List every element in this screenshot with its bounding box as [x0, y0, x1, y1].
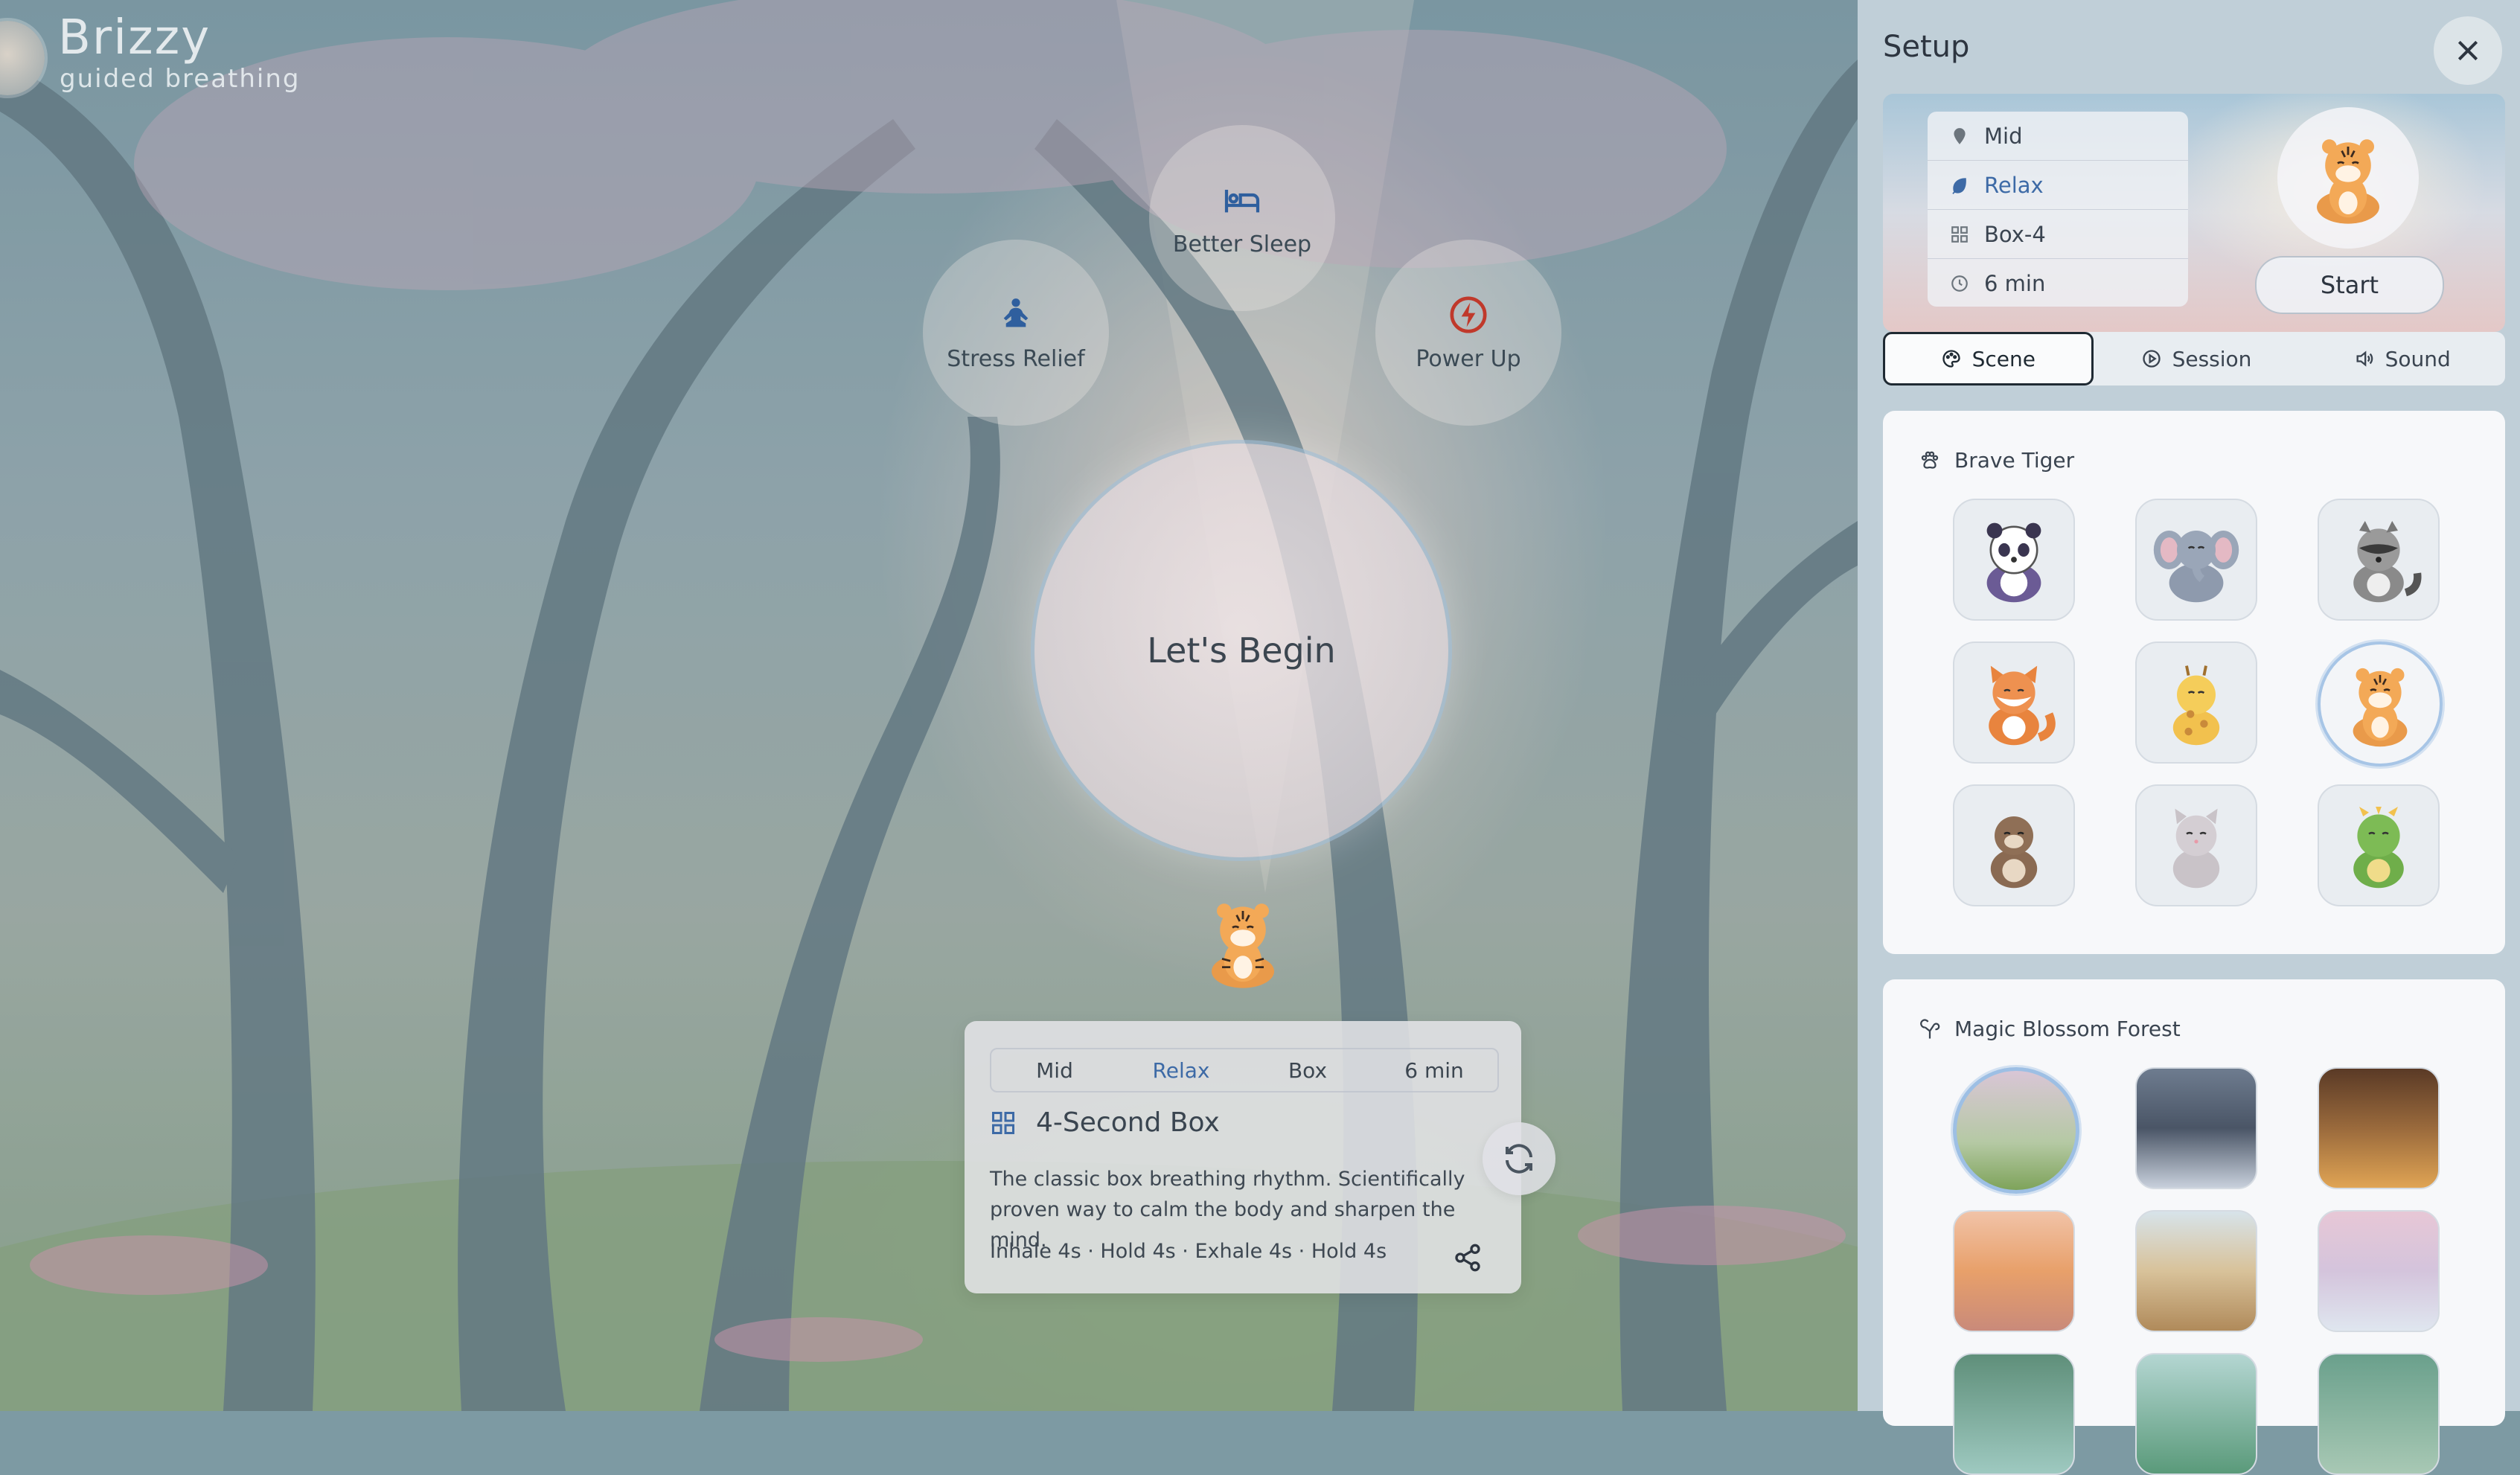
mode-stress-relief[interactable]: Stress Relief [923, 240, 1109, 426]
raccoon-icon [2353, 521, 2422, 603]
close-icon [2457, 40, 2478, 61]
summary-goal: Relax [1928, 161, 2188, 210]
share-icon[interactable] [1453, 1243, 1483, 1273]
speaker-icon [2356, 351, 2373, 367]
forest-background [0, 0, 1858, 1411]
character-tiger[interactable] [2318, 641, 2443, 767]
card-title-row: 4-Second Box [990, 1107, 1220, 1138]
character-section-title: Brave Tiger [1954, 448, 2075, 473]
session-card: Mid Relax Box 6 min 4-Second Box The cla… [965, 1021, 1521, 1293]
selected-character-avatar [2277, 107, 2419, 249]
card-pattern: Inhale 4s · Hold 4s · Exhale 4s · Hold 4… [990, 1240, 1387, 1263]
giraffe-icon [2172, 665, 2220, 746]
leaf-icon [1952, 177, 1966, 194]
panda-icon [1986, 522, 2041, 603]
summary-duration: 6 min [1928, 259, 2188, 307]
character-section-header: Brave Tiger [1919, 448, 2074, 473]
session-summary-tabs: Mid Relax Box 6 min [990, 1048, 1499, 1092]
tiger-icon [2353, 668, 2408, 747]
card-title: 4-Second Box [1036, 1107, 1220, 1138]
scene-city-street[interactable] [2135, 1067, 2257, 1189]
tab-scene[interactable]: Scene [1883, 332, 2094, 385]
fox-icon [1989, 665, 2056, 746]
character-otter[interactable] [1953, 784, 2075, 906]
tiger-avatar [2317, 139, 2379, 224]
refresh-icon [1506, 1144, 1532, 1174]
setup-tabs: Scene Session Sound [1883, 332, 2505, 385]
begin-button[interactable]: Let's Begin [1034, 444, 1448, 857]
panel-title: Setup [1883, 30, 1970, 64]
paw-icon [1921, 451, 1939, 469]
character-giraffe[interactable] [2135, 641, 2257, 764]
brand-name: Brizzy [58, 10, 211, 65]
mode-label: Better Sleep [1172, 231, 1312, 257]
grid-icon [992, 1111, 1014, 1134]
character-fox[interactable] [1953, 641, 2075, 764]
character-elephant[interactable] [2135, 499, 2257, 621]
scene-blossom-forest[interactable] [1953, 1067, 2079, 1194]
location-icon [1954, 127, 1966, 144]
card-tab-level[interactable]: Mid [991, 1049, 1118, 1091]
dragon-icon [2353, 807, 2404, 889]
timer-icon [1951, 275, 1968, 292]
scene-section-header: Magic Blossom Forest [1919, 1017, 2181, 1041]
tab-sound[interactable]: Sound [2299, 332, 2505, 385]
mode-better-sleep[interactable]: Better Sleep [1149, 125, 1335, 311]
scene-section-title: Magic Blossom Forest [1954, 1017, 2181, 1041]
preview-summary-list: Mid Relax Box-4 6 min [1928, 112, 2188, 307]
card-tab-pattern[interactable]: Box [1244, 1049, 1371, 1091]
otter-icon [1990, 816, 2038, 889]
mode-power-up[interactable]: Power Up [1375, 240, 1561, 426]
scene-jungle-bridge[interactable] [2318, 1353, 2440, 1475]
scene-snow-bubbles[interactable] [2318, 1210, 2440, 1332]
scene-desert-sunset[interactable] [1953, 1210, 2075, 1332]
scene-tropical-lake[interactable] [1953, 1353, 2075, 1475]
scene-section: Magic Blossom Forest [1883, 979, 2505, 1475]
summary-pattern: Box-4 [1928, 210, 2188, 259]
scene-grand-hall[interactable] [2318, 1067, 2440, 1189]
character-dragon[interactable] [2318, 784, 2440, 906]
character-panda[interactable] [1953, 499, 2075, 621]
begin-label: Let's Begin [1147, 630, 1336, 671]
bed-icon [1224, 189, 1260, 212]
session-preview: Mid Relax Box-4 6 min Start [1883, 94, 2505, 332]
meditation-icon [1003, 298, 1029, 327]
brand-tagline: guided breathing [60, 64, 301, 94]
play-icon [2142, 350, 2161, 368]
elephant-icon [2153, 531, 2239, 603]
palette-icon [1942, 350, 1960, 368]
cat-icon [2172, 808, 2220, 889]
lightning-icon [1450, 296, 1487, 333]
start-button[interactable]: Start [2255, 256, 2444, 314]
summary-level: Mid [1928, 112, 2188, 161]
close-button[interactable] [2434, 16, 2502, 85]
card-tab-goal[interactable]: Relax [1118, 1049, 1244, 1091]
shuffle-button[interactable] [1483, 1122, 1555, 1195]
tree-icon [1920, 1018, 1940, 1038]
card-tab-duration[interactable]: 6 min [1371, 1049, 1497, 1091]
character-raccoon[interactable] [2318, 499, 2440, 621]
character-section: Brave Tiger [1883, 411, 2505, 954]
grid-icon [1951, 225, 1968, 243]
tab-session[interactable]: Session [2094, 332, 2300, 385]
character-cat[interactable] [2135, 784, 2257, 906]
scene-beach-sand[interactable] [2135, 1210, 2257, 1332]
tiger-mascot [1212, 903, 1274, 988]
scene-green-mountains[interactable] [2135, 1353, 2257, 1475]
mode-label: Stress Relief [947, 345, 1085, 372]
mode-label: Power Up [1416, 345, 1521, 372]
